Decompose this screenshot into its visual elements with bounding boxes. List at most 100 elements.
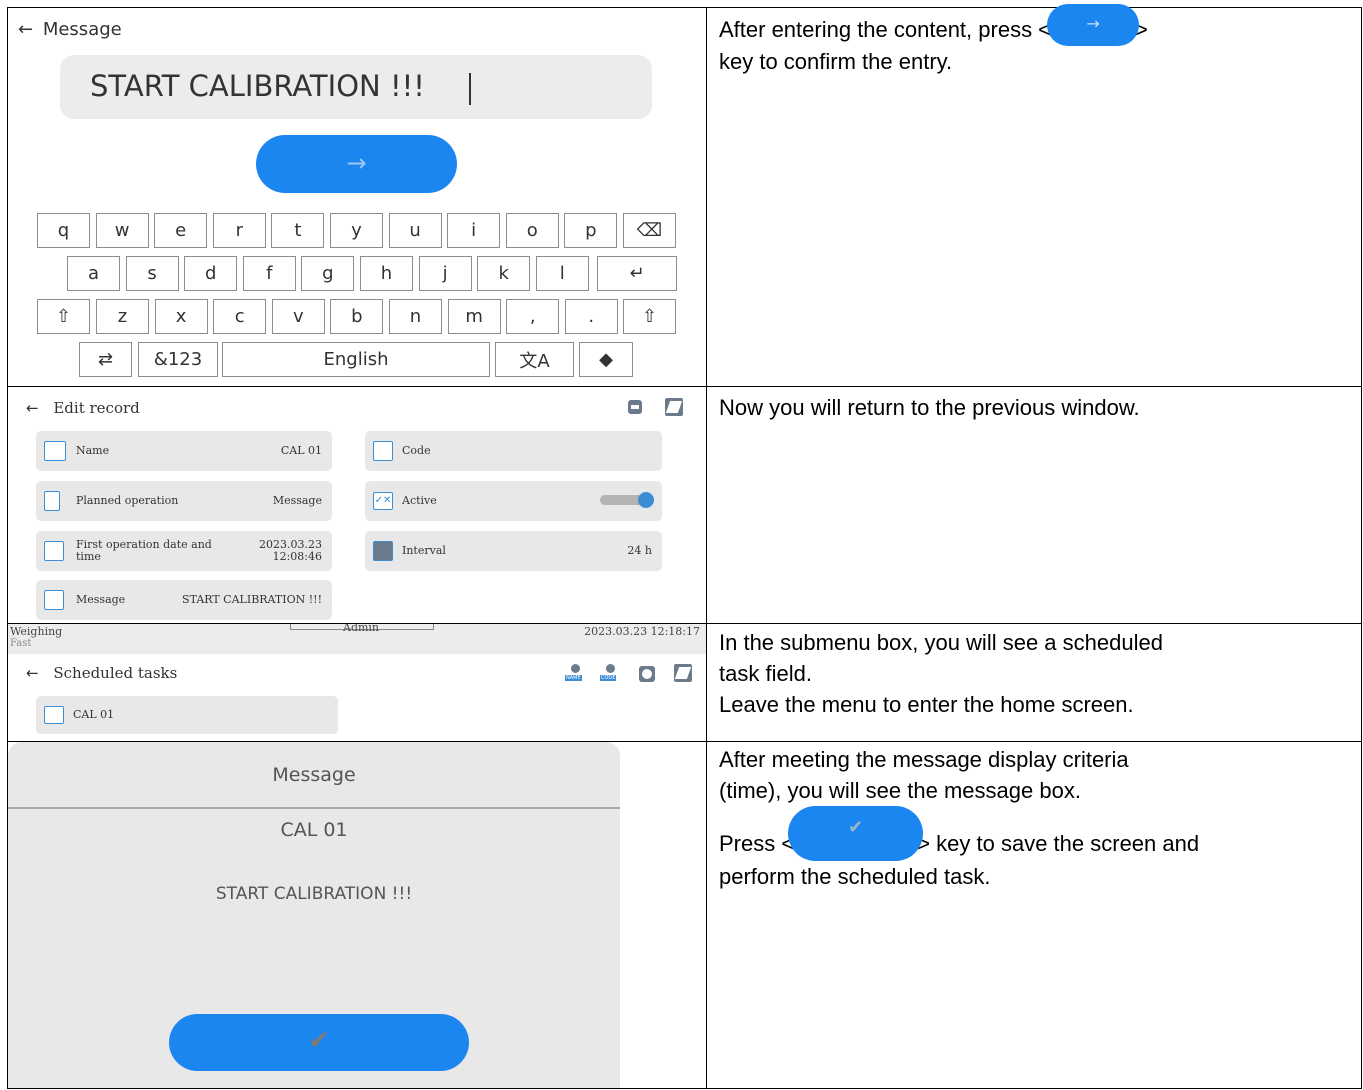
- mode-sub-label: Fast: [10, 638, 32, 649]
- key-d[interactable]: d: [184, 256, 238, 291]
- task-list-item[interactable]: CAL 01: [36, 696, 338, 734]
- key-u[interactable]: u: [388, 213, 442, 248]
- key-o[interactable]: o: [505, 213, 559, 248]
- instruction-3-line-2: task field.: [719, 661, 812, 686]
- first-operation-time: 12:08:46: [272, 550, 322, 563]
- interval-label: Interval: [402, 544, 446, 557]
- shift-key-right[interactable]: ⇧: [623, 299, 676, 334]
- key-comma[interactable]: ,: [506, 299, 560, 334]
- key-c[interactable]: c: [213, 299, 267, 334]
- enter-key[interactable]: ↵: [597, 256, 677, 291]
- key-w[interactable]: w: [95, 213, 149, 248]
- active-label: Active: [402, 494, 437, 507]
- key-g[interactable]: g: [301, 256, 355, 291]
- key-b[interactable]: b: [330, 299, 384, 334]
- name-value: CAL 01: [280, 444, 322, 457]
- key-v[interactable]: v: [271, 299, 325, 334]
- key-j[interactable]: j: [418, 256, 472, 291]
- instruction-3-line-3: Leave the menu to enter the home screen.: [719, 692, 1134, 717]
- instruction-4-line-4: perform the scheduled task.: [719, 863, 991, 889]
- space-key[interactable]: English: [222, 342, 490, 377]
- key-h[interactable]: h: [360, 256, 413, 291]
- back-button[interactable]: ← Scheduled tasks: [26, 664, 177, 682]
- search-by-name-button[interactable]: NAME: [565, 664, 587, 684]
- code-label: Code: [402, 444, 431, 457]
- eraser-key[interactable]: ◆: [579, 342, 633, 377]
- key-t[interactable]: t: [271, 213, 325, 248]
- instruction-table: ← Message START CALIBRATION !!! → qwerty…: [0, 0, 1363, 1090]
- key-e[interactable]: e: [154, 213, 208, 248]
- table-border-bottom: [7, 1088, 1362, 1089]
- key-f[interactable]: f: [242, 256, 296, 291]
- backspace-key[interactable]: ⌫: [623, 213, 676, 248]
- shift-key-left[interactable]: ⇧: [37, 299, 90, 334]
- key-n[interactable]: n: [389, 299, 442, 334]
- key-r[interactable]: r: [212, 213, 266, 248]
- message-dialog: Message CAL 01 START CALIBRATION !!! ✔: [8, 742, 620, 1088]
- first-operation-label-2: time: [76, 550, 101, 563]
- interval-field[interactable]: Interval 24 h: [365, 531, 662, 571]
- dialog-divider: [8, 807, 620, 809]
- arrow-right-icon: →: [1086, 14, 1100, 34]
- add-icon[interactable]: [639, 666, 655, 682]
- exit-icon[interactable]: [674, 664, 692, 682]
- exit-icon[interactable]: [665, 398, 683, 416]
- instruction-1-line-2: key to confirm the entry.: [719, 49, 953, 75]
- print-icon[interactable]: [628, 400, 642, 414]
- instruction-text-4: After meeting the message display criter…: [719, 744, 1339, 892]
- task-name: CAL 01: [73, 708, 115, 721]
- barcode-icon: [373, 441, 393, 461]
- check-icon: ✔: [308, 1026, 330, 1056]
- instruction-text-2: Now you will return to the previous wind…: [719, 395, 1140, 420]
- key-q[interactable]: q: [37, 213, 90, 248]
- search-by-code-button[interactable]: CODE: [600, 664, 622, 684]
- search-code-label: CODE: [600, 675, 617, 681]
- key-i[interactable]: i: [447, 213, 501, 248]
- key-s[interactable]: s: [125, 256, 179, 291]
- key-p[interactable]: p: [564, 213, 618, 248]
- key-y[interactable]: y: [330, 213, 383, 248]
- key-l[interactable]: l: [535, 256, 589, 291]
- inline-confirm-button-image: →: [1047, 4, 1140, 47]
- arrow-right-icon: →: [346, 149, 367, 177]
- table-border-right: [1361, 7, 1362, 1089]
- dialog-confirm-button[interactable]: ✔: [169, 1014, 469, 1071]
- key-x[interactable]: x: [154, 299, 208, 334]
- text-input-field[interactable]: START CALIBRATION !!!: [60, 55, 652, 119]
- first-operation-field[interactable]: First operation date and time 2023.03.23…: [36, 531, 332, 571]
- back-arrow-icon: ←: [26, 664, 39, 682]
- translate-key[interactable]: 文A: [495, 342, 574, 377]
- back-button[interactable]: ← Edit record: [26, 399, 140, 417]
- planned-operation-label: Planned operation: [76, 494, 179, 507]
- instruction-4-line-2: (time), you will see the message box.: [719, 778, 1081, 803]
- planned-operation-value: Message: [272, 494, 322, 507]
- key-period[interactable]: .: [564, 299, 618, 334]
- search-icon: [571, 664, 580, 673]
- scheduled-tasks-screen: Weighing Fast Admin 2023.03.23 12:18:17 …: [8, 624, 706, 741]
- confirm-button[interactable]: →: [256, 135, 457, 193]
- key-m[interactable]: m: [447, 299, 501, 334]
- key-a[interactable]: a: [67, 256, 120, 291]
- message-field[interactable]: Message START CALIBRATION !!!: [36, 580, 332, 620]
- key-z[interactable]: z: [96, 299, 149, 334]
- active-field[interactable]: ✓✕ Active: [365, 481, 662, 521]
- symbols-key[interactable]: &123: [138, 342, 218, 377]
- active-toggle[interactable]: [600, 492, 654, 508]
- instruction-4-line-1: After meeting the message display criter…: [719, 747, 1129, 772]
- name-field[interactable]: Name CAL 01: [36, 431, 332, 471]
- instruction-text-1: After entering the content, press < → > ke…: [719, 4, 1339, 77]
- search-name-label: NAME: [565, 675, 582, 681]
- search-icon: [606, 664, 615, 673]
- dialog-message: START CALIBRATION !!!: [215, 884, 413, 904]
- code-field[interactable]: Code: [365, 431, 662, 471]
- message-icon: [44, 590, 64, 610]
- document-icon: [44, 491, 60, 511]
- key-k[interactable]: k: [477, 256, 531, 291]
- back-button[interactable]: ← Message: [18, 19, 122, 40]
- message-dialog-screen: Message CAL 01 START CALIBRATION !!! ✔: [8, 742, 706, 1088]
- dialog-task-name: CAL 01: [280, 819, 348, 841]
- tab-key[interactable]: ⇄: [79, 342, 132, 377]
- checkbox-icon: ✓✕: [373, 492, 393, 510]
- planned-operation-field[interactable]: Planned operation Message: [36, 481, 332, 521]
- instruction-4-line-3: Press < ✔ > key to save the screen and: [719, 805, 1339, 861]
